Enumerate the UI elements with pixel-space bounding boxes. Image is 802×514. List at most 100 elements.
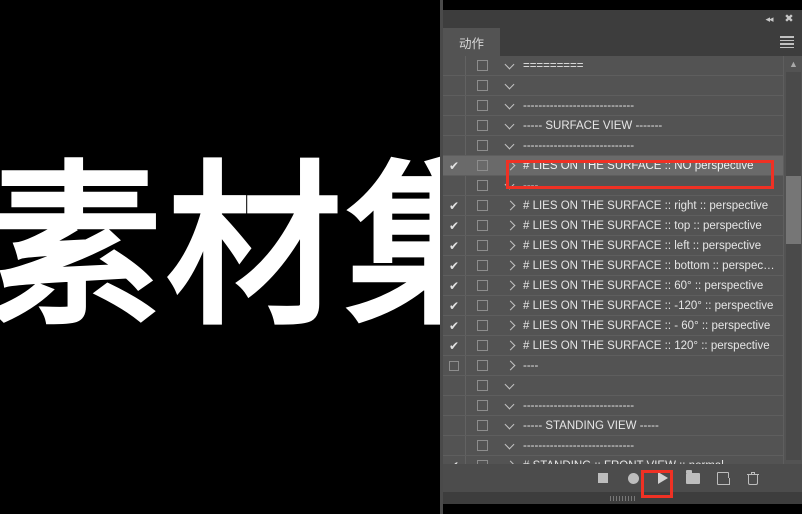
action-dialog-toggle-cell[interactable] bbox=[465, 256, 499, 276]
action-dialog-toggle-cell[interactable] bbox=[465, 396, 499, 416]
action-dialog-toggle-cell[interactable] bbox=[465, 416, 499, 436]
action-row[interactable]: ✔ # LIES ON THE SURFACE :: left :: perspe… bbox=[443, 236, 783, 256]
action-dialog-toggle-cell[interactable] bbox=[465, 176, 499, 196]
tab-actions[interactable]: 动作 bbox=[443, 28, 501, 56]
action-toggle-cell[interactable] bbox=[443, 56, 465, 76]
action-dialog-toggle-cell[interactable] bbox=[465, 136, 499, 156]
action-toggle-cell[interactable]: ✔ bbox=[443, 216, 465, 236]
resize-grip[interactable] bbox=[609, 496, 636, 501]
action-dialog-toggle-cell[interactable] bbox=[465, 196, 499, 216]
action-dialog-toggle-cell[interactable] bbox=[465, 56, 499, 76]
action-toggle-cell[interactable]: ✔ bbox=[443, 236, 465, 256]
action-row[interactable]: ✔ # LIES ON THE SURFACE :: - 60° :: persp… bbox=[443, 316, 783, 336]
action-toggle-cell[interactable]: ✔ bbox=[443, 336, 465, 356]
delete-button[interactable] bbox=[738, 466, 768, 490]
action-toggle-cell[interactable] bbox=[443, 96, 465, 116]
action-toggle-cell[interactable]: ✔ bbox=[443, 276, 465, 296]
chevron-down-icon[interactable] bbox=[499, 136, 521, 156]
action-dialog-toggle-cell[interactable] bbox=[465, 436, 499, 456]
action-row[interactable]: ✔ # LIES ON THE SURFACE :: bottom :: pers… bbox=[443, 256, 783, 276]
chevron-right-icon[interactable] bbox=[499, 296, 521, 316]
chevron-right-icon[interactable] bbox=[499, 216, 521, 236]
action-row[interactable]: ----- STANDING VIEW ----- bbox=[443, 416, 783, 436]
play-button[interactable] bbox=[648, 466, 678, 490]
chevron-down-icon[interactable] bbox=[499, 396, 521, 416]
action-dialog-toggle-cell[interactable] bbox=[465, 76, 499, 96]
action-toggle-cell[interactable]: ✔ bbox=[443, 316, 465, 336]
action-dialog-toggle-cell[interactable] bbox=[465, 356, 499, 376]
action-row[interactable]: ----------------------------- bbox=[443, 96, 783, 116]
chevron-right-icon[interactable] bbox=[499, 256, 521, 276]
action-row[interactable] bbox=[443, 376, 783, 396]
new-action-button[interactable] bbox=[708, 466, 738, 490]
dialog-toggle-icon bbox=[476, 440, 488, 451]
chevron-down-icon[interactable] bbox=[499, 96, 521, 116]
chevron-right-icon[interactable] bbox=[499, 316, 521, 336]
action-dialog-toggle-cell[interactable] bbox=[465, 316, 499, 336]
action-row[interactable]: ✔ # LIES ON THE SURFACE :: NO perspective bbox=[443, 156, 783, 176]
action-row[interactable]: ----------------------------- bbox=[443, 396, 783, 416]
action-toggle-cell[interactable]: ✔ bbox=[443, 156, 465, 176]
action-row[interactable]: ========= bbox=[443, 56, 783, 76]
action-row[interactable]: ----------------------------- bbox=[443, 436, 783, 456]
chevron-down-icon[interactable] bbox=[499, 56, 521, 76]
check-icon: ✔ bbox=[448, 238, 460, 253]
scrollbar-thumb[interactable] bbox=[786, 176, 801, 244]
action-row[interactable]: ---- bbox=[443, 356, 783, 376]
action-toggle-cell[interactable] bbox=[443, 436, 465, 456]
action-dialog-toggle-cell[interactable] bbox=[465, 376, 499, 396]
chevron-down-icon[interactable] bbox=[499, 436, 521, 456]
action-dialog-toggle-cell[interactable] bbox=[465, 156, 499, 176]
chevron-down-icon[interactable] bbox=[499, 416, 521, 436]
chevron-right-icon[interactable] bbox=[499, 356, 521, 376]
action-dialog-toggle-cell[interactable] bbox=[465, 296, 499, 316]
action-toggle-cell[interactable] bbox=[443, 76, 465, 96]
close-icon[interactable]: ✖ bbox=[780, 10, 798, 28]
action-toggle-cell[interactable] bbox=[443, 356, 465, 376]
list-scrollbar[interactable]: ▲ ▼ bbox=[783, 56, 802, 476]
action-toggle-cell[interactable] bbox=[443, 396, 465, 416]
scrollbar-track[interactable] bbox=[786, 72, 801, 460]
dialog-toggle-icon bbox=[476, 420, 488, 431]
action-toggle-cell[interactable] bbox=[443, 376, 465, 396]
new-set-button[interactable] bbox=[678, 466, 708, 490]
action-dialog-toggle-cell[interactable] bbox=[465, 116, 499, 136]
action-row[interactable]: ----- SURFACE VIEW ------- bbox=[443, 116, 783, 136]
action-row[interactable] bbox=[443, 76, 783, 96]
chevron-right-icon[interactable] bbox=[499, 336, 521, 356]
chevron-down-icon[interactable] bbox=[499, 76, 521, 96]
collapse-double-left-icon[interactable]: ◂◂ bbox=[760, 10, 778, 28]
action-toggle-cell[interactable] bbox=[443, 416, 465, 436]
action-row[interactable]: ✔ # LIES ON THE SURFACE :: 60° :: perspec… bbox=[443, 276, 783, 296]
action-toggle-cell[interactable] bbox=[443, 136, 465, 156]
action-toggle-cell[interactable] bbox=[443, 116, 465, 136]
chevron-right-icon[interactable] bbox=[499, 276, 521, 296]
action-row[interactable]: ----------------------------- bbox=[443, 136, 783, 156]
action-row[interactable]: ✔ # LIES ON THE SURFACE :: 120° :: perspe… bbox=[443, 336, 783, 356]
action-dialog-toggle-cell[interactable] bbox=[465, 96, 499, 116]
action-row[interactable]: ✔ # LIES ON THE SURFACE :: top :: perspec… bbox=[443, 216, 783, 236]
action-dialog-toggle-cell[interactable] bbox=[465, 276, 499, 296]
chevron-down-icon[interactable] bbox=[499, 376, 521, 396]
chevron-right-icon[interactable] bbox=[499, 236, 521, 256]
action-dialog-toggle-cell[interactable] bbox=[465, 236, 499, 256]
chevron-down-icon[interactable] bbox=[499, 176, 521, 196]
action-toggle-cell[interactable] bbox=[443, 176, 465, 196]
record-button[interactable] bbox=[618, 466, 648, 490]
chevron-right-icon[interactable] bbox=[499, 156, 521, 176]
action-dialog-toggle-cell[interactable] bbox=[465, 216, 499, 236]
new-set-folder-icon bbox=[686, 469, 700, 484]
action-row[interactable]: ---- bbox=[443, 176, 783, 196]
chevron-up-icon[interactable]: ▲ bbox=[784, 56, 802, 72]
canvas-artwork-text: 素材集 bbox=[0, 145, 443, 350]
stop-button[interactable] bbox=[588, 466, 618, 490]
action-toggle-cell[interactable]: ✔ bbox=[443, 196, 465, 216]
action-dialog-toggle-cell[interactable] bbox=[465, 336, 499, 356]
action-row[interactable]: ✔ # LIES ON THE SURFACE :: -120° :: persp… bbox=[443, 296, 783, 316]
chevron-down-icon[interactable] bbox=[499, 116, 521, 136]
action-row[interactable]: ✔ # LIES ON THE SURFACE :: right :: persp… bbox=[443, 196, 783, 216]
action-toggle-cell[interactable]: ✔ bbox=[443, 256, 465, 276]
chevron-right-icon[interactable] bbox=[499, 196, 521, 216]
action-toggle-cell[interactable]: ✔ bbox=[443, 296, 465, 316]
hamburger-menu-icon[interactable] bbox=[780, 36, 794, 48]
